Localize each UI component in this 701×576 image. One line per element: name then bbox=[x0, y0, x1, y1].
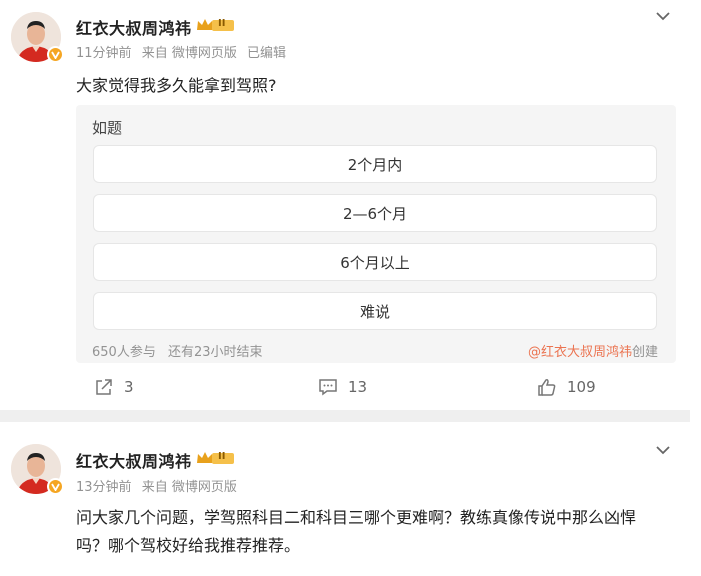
poll-option[interactable]: 6个月以上 bbox=[93, 243, 657, 281]
comment-button[interactable]: 13 bbox=[318, 378, 367, 396]
poll-participants: 650人参与 bbox=[92, 345, 156, 360]
post-text-line: 问大家几个问题，学驾照科目二和科目三哪个更难啊？教练真像传说中那么凶悍 bbox=[76, 508, 637, 527]
crown-level-icon[interactable]: II bbox=[196, 450, 236, 466]
poll-remaining: 还有23小时结束 bbox=[167, 345, 263, 360]
username[interactable]: 红衣大叔周鸿祎 bbox=[76, 448, 192, 472]
share-icon bbox=[96, 379, 112, 395]
feed-divider bbox=[0, 410, 690, 422]
creator-mention[interactable]: @红衣大叔周鸿祎 bbox=[528, 345, 632, 360]
post-text-line: 吗？哪个驾校好给我推荐推荐。 bbox=[76, 536, 301, 555]
like-button[interactable]: 109 bbox=[537, 378, 596, 396]
comment-icon bbox=[319, 379, 337, 396]
comment-count: 13 bbox=[348, 378, 368, 396]
poll-option[interactable]: 难说 bbox=[93, 292, 657, 330]
poll-title: 如题 bbox=[92, 119, 123, 137]
post-time[interactable]: 13分钟前 bbox=[76, 480, 132, 495]
post-source: 来自 微博网页版 bbox=[141, 46, 237, 61]
like-icon bbox=[538, 379, 556, 396]
poll-creator: @红衣大叔周鸿祎创建 bbox=[528, 341, 658, 360]
share-count: 3 bbox=[124, 378, 134, 396]
crown-level-icon[interactable]: II bbox=[196, 17, 236, 33]
share-button[interactable]: 3 bbox=[94, 378, 134, 396]
poll-option[interactable]: 2—6个月 bbox=[93, 194, 657, 232]
post-card: 红衣大叔周鸿祎 II 11分钟前 来自 微博网页版 已编辑 大家觉得我多久能拿到… bbox=[0, 0, 690, 410]
chevron-down-icon[interactable] bbox=[655, 7, 671, 21]
post-text: 问大家几个问题，学驾照科目二和科目三哪个更难啊？教练真像传说中那么凶悍 吗？哪个… bbox=[76, 504, 676, 560]
poll-card: 如题 2个月内 2—6个月 6个月以上 难说 650人参与 还有23小时结束 @… bbox=[76, 105, 676, 363]
post-text: 大家觉得我多久能拿到驾照? bbox=[76, 76, 277, 95]
post-source: 来自 微博网页版 bbox=[141, 480, 237, 495]
poll-option[interactable]: 2个月内 bbox=[93, 145, 657, 183]
post-card: 红衣大叔周鸿祎 II 13分钟前 来自 微博网页版 问大家几个问题，学驾照科目二… bbox=[0, 422, 690, 576]
level-text: II bbox=[218, 18, 226, 29]
level-text: II bbox=[218, 451, 226, 462]
creator-suffix: 创建 bbox=[631, 345, 658, 360]
poll-stats: 650人参与 还有23小时结束 bbox=[92, 341, 271, 360]
edited-label[interactable]: 已编辑 bbox=[247, 46, 286, 61]
page-edge bbox=[690, 0, 701, 576]
chevron-down-icon[interactable] bbox=[655, 441, 671, 455]
post-meta: 13分钟前 来自 微博网页版 bbox=[76, 476, 243, 495]
verified-badge-icon bbox=[47, 46, 64, 63]
post-time[interactable]: 11分钟前 bbox=[76, 46, 132, 61]
like-count: 109 bbox=[567, 378, 596, 396]
post-meta: 11分钟前 来自 微博网页版 已编辑 bbox=[76, 42, 292, 61]
weibo-feed: 红衣大叔周鸿祎 II 11分钟前 来自 微博网页版 已编辑 大家觉得我多久能拿到… bbox=[0, 0, 701, 576]
verified-badge-icon bbox=[47, 478, 64, 495]
username[interactable]: 红衣大叔周鸿祎 bbox=[76, 15, 192, 39]
